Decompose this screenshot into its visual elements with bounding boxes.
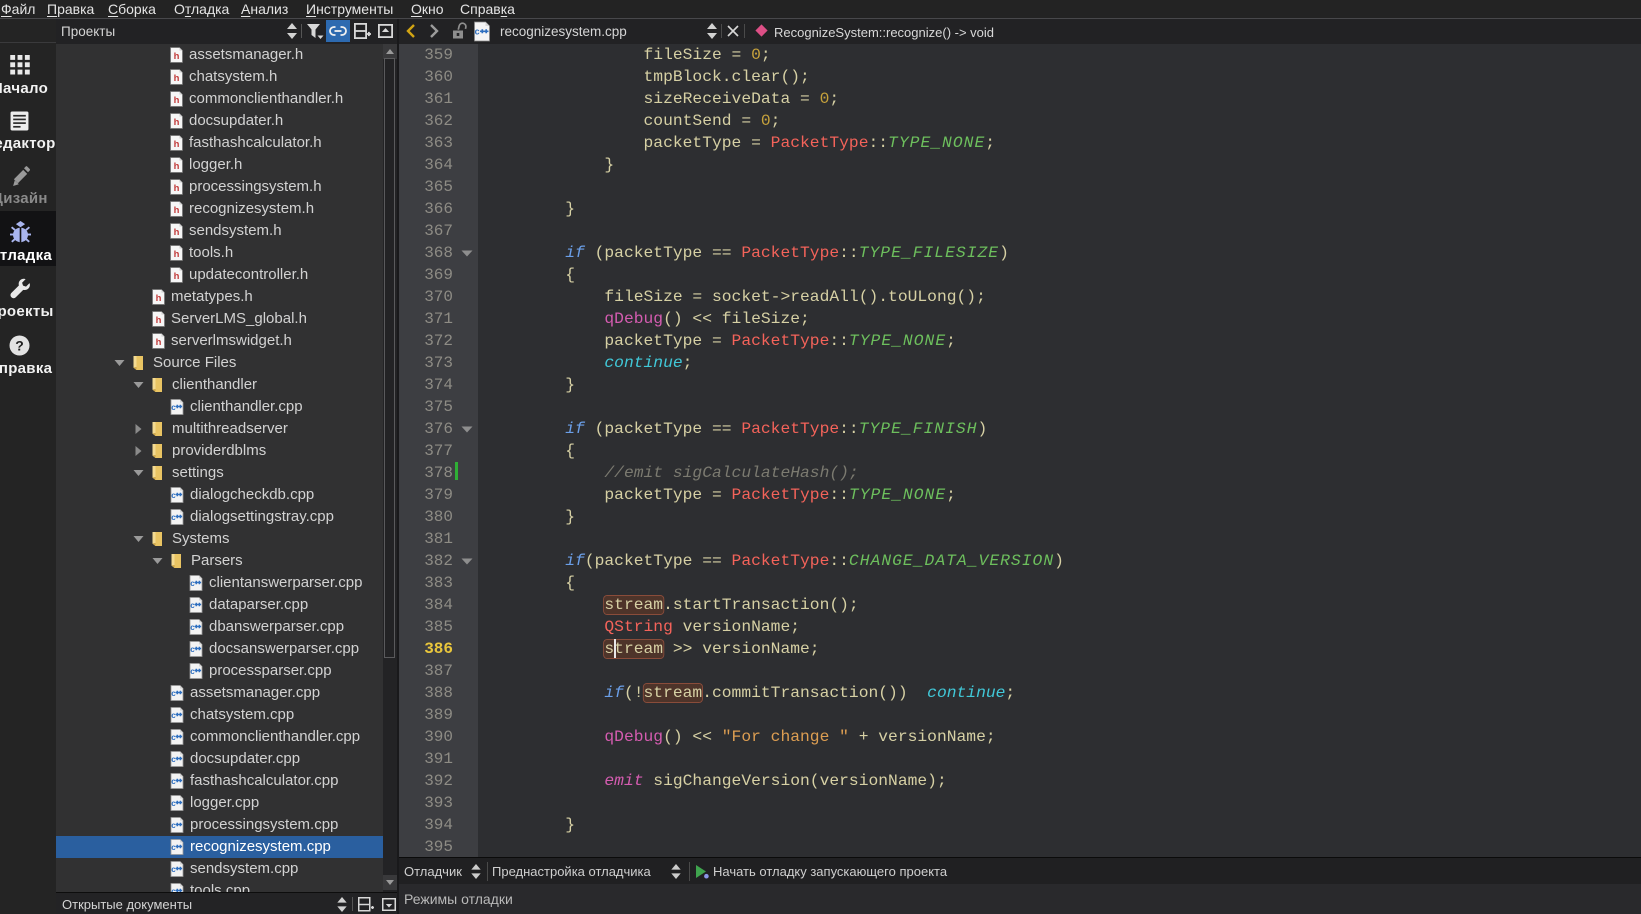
svg-text:h: h [174, 117, 180, 128]
svg-text:h: h [174, 205, 180, 216]
svg-text:c: c [190, 667, 195, 676]
svg-text:c: c [171, 821, 176, 830]
svg-text:c: c [171, 711, 176, 720]
svg-text:c: c [171, 491, 176, 500]
svg-text:h: h [174, 271, 180, 282]
svg-text:c: c [190, 645, 195, 654]
svg-text:h: h [174, 227, 180, 238]
svg-text:h: h [156, 337, 162, 348]
svg-text:c: c [171, 733, 176, 742]
svg-text:c: c [171, 865, 176, 874]
svg-text:h: h [156, 293, 162, 304]
svg-text:c: c [171, 513, 176, 522]
svg-text:h: h [174, 161, 180, 172]
svg-text:h: h [174, 51, 180, 62]
svg-text:h: h [174, 95, 180, 106]
svg-text:h: h [156, 315, 162, 326]
svg-text:c: c [475, 27, 480, 37]
svg-text:c: c [171, 799, 176, 808]
svg-text:c: c [190, 623, 195, 632]
svg-text:h: h [174, 249, 180, 260]
svg-text:c: c [190, 579, 195, 588]
svg-text:c: c [171, 777, 176, 786]
svg-text:h: h [174, 73, 180, 84]
svg-text:h: h [174, 139, 180, 150]
svg-text:c: c [171, 689, 176, 698]
svg-text:c: c [171, 843, 176, 852]
svg-text:?: ? [15, 338, 24, 354]
svg-text:c: c [190, 601, 195, 610]
svg-text:c: c [171, 403, 176, 412]
svg-text:c: c [171, 755, 176, 764]
svg-text:h: h [174, 183, 180, 194]
